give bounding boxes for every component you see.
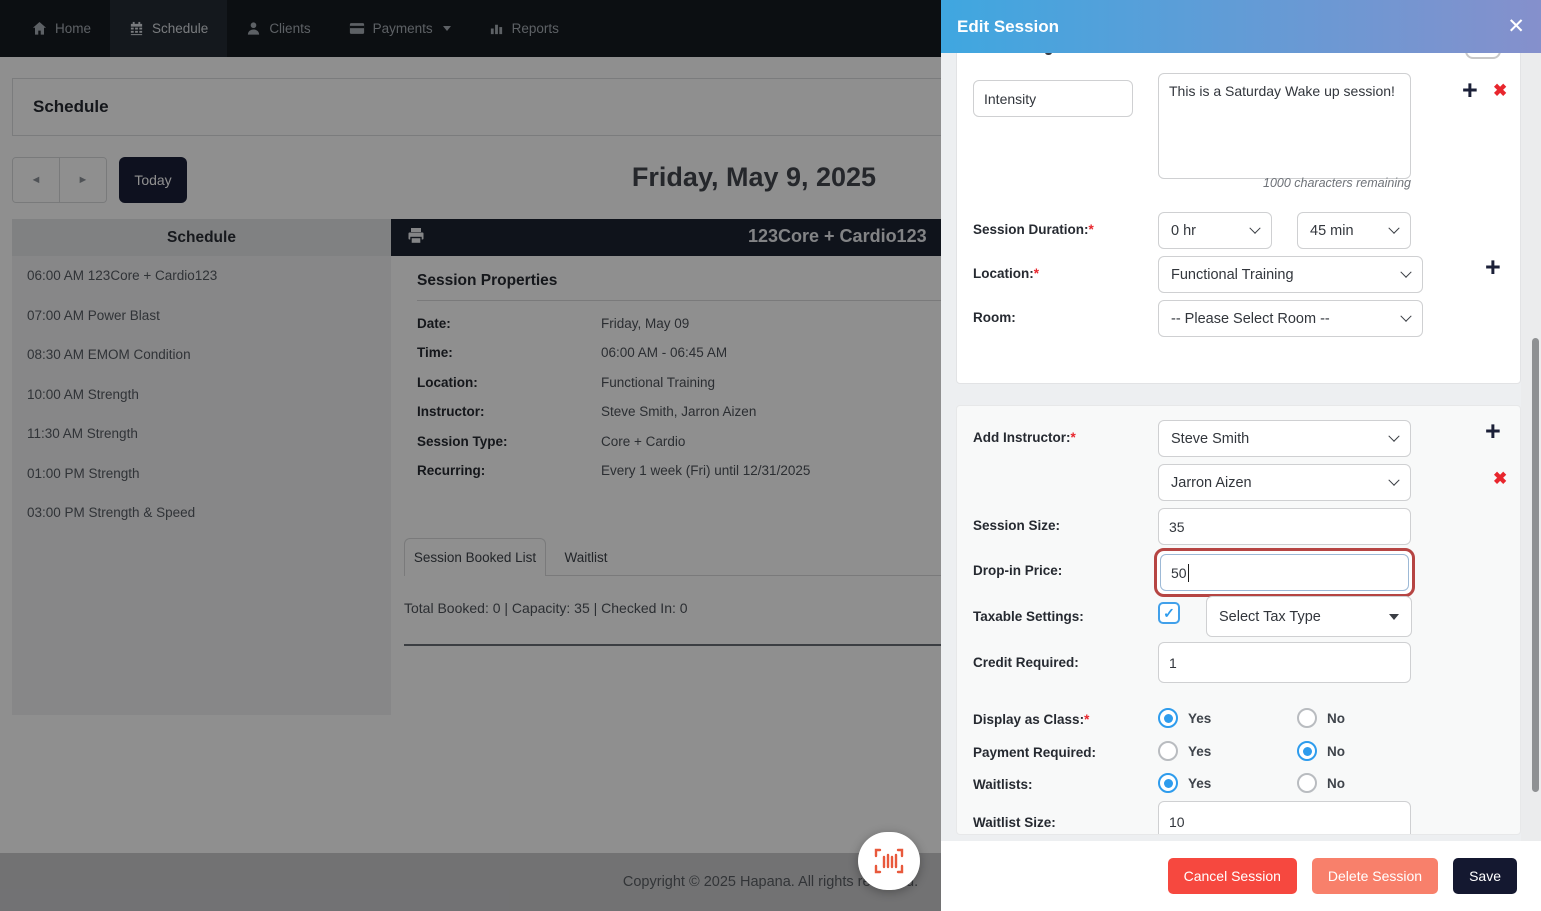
chevron-down-icon xyxy=(1400,310,1411,321)
session-size-label: Session Size: xyxy=(973,518,1060,533)
waitlists-no-radio[interactable] xyxy=(1297,773,1317,793)
session-settings-card: Add Instructor:* Steve Smith + Jarron Ai… xyxy=(956,405,1521,835)
add-instructor-label: Add Instructor:* xyxy=(973,430,1076,445)
location-label: Location:* xyxy=(973,266,1039,281)
add-detail-icon[interactable]: + xyxy=(1462,77,1478,104)
duration-minutes-select[interactable]: 45 min xyxy=(1297,212,1411,249)
chars-remaining: 1000 characters remaining xyxy=(1158,176,1411,190)
instructor-select-1[interactable]: Steve Smith xyxy=(1158,420,1411,457)
taxable-checkbox[interactable]: ✓ xyxy=(1158,602,1180,624)
chevron-down-icon xyxy=(1249,222,1260,233)
tax-type-select[interactable]: Select Tax Type xyxy=(1206,596,1412,637)
taxable-settings-label: Taxable Settings: xyxy=(973,609,1084,624)
room-label: Room: xyxy=(973,310,1016,325)
add-instructor-icon[interactable]: + xyxy=(1485,418,1501,445)
scrollbar-track[interactable] xyxy=(1521,53,1541,841)
chevron-down-icon xyxy=(1388,474,1399,485)
modal-body: This is a Saturday Wake up session! + ✖ … xyxy=(941,53,1541,841)
caret-down-icon xyxy=(1389,614,1399,620)
radio-label: Yes xyxy=(1188,776,1211,791)
modal-footer: Cancel Session Delete Session Save xyxy=(941,841,1541,911)
radio-label: No xyxy=(1327,744,1345,759)
waitlist-size-label: Waitlist Size: xyxy=(973,815,1056,830)
save-button[interactable]: Save xyxy=(1453,858,1517,894)
credit-required-label: Credit Required: xyxy=(973,655,1079,670)
edit-session-modal: Edit Session ✕ This is a Saturday Wake u… xyxy=(941,0,1541,911)
description-textarea[interactable]: This is a Saturday Wake up session! xyxy=(1158,73,1411,179)
barcode-scan-fab[interactable] xyxy=(858,832,920,890)
radio-label: No xyxy=(1327,776,1345,791)
radio-label: No xyxy=(1327,711,1345,726)
duration-hours-select[interactable]: 0 hr xyxy=(1158,212,1272,249)
required-mark: * xyxy=(1084,712,1089,727)
clipped-label-fragment xyxy=(1045,53,1052,55)
modal-title: Edit Session xyxy=(957,17,1059,37)
credit-required-input[interactable] xyxy=(1158,642,1411,683)
session-duration-label: Session Duration:* xyxy=(973,222,1094,237)
session-size-input[interactable] xyxy=(1158,508,1411,545)
dropin-price-focus-ring: 50 xyxy=(1154,548,1415,597)
add-location-icon[interactable]: + xyxy=(1485,254,1501,281)
cancel-session-button[interactable]: Cancel Session xyxy=(1168,858,1297,894)
session-details-card: This is a Saturday Wake up session! + ✖ … xyxy=(956,53,1521,384)
modal-header: Edit Session ✕ xyxy=(941,0,1541,53)
chevron-down-icon xyxy=(1388,430,1399,441)
waitlists-yes-radio[interactable] xyxy=(1158,773,1178,793)
waitlists-label: Waitlists: xyxy=(973,777,1033,792)
payment-required-no-radio[interactable] xyxy=(1297,741,1317,761)
remove-instructor-icon[interactable]: ✖ xyxy=(1493,470,1507,487)
location-select[interactable]: Functional Training xyxy=(1158,256,1423,293)
instructor-select-2[interactable]: Jarron Aizen xyxy=(1158,464,1411,501)
dropin-price-label: Drop-in Price: xyxy=(973,563,1062,578)
text-cursor xyxy=(1188,564,1190,582)
radio-label: Yes xyxy=(1188,744,1211,759)
display-as-class-yes-radio[interactable] xyxy=(1158,708,1178,728)
clipped-toggle[interactable] xyxy=(1465,53,1501,59)
required-mark: * xyxy=(1034,266,1039,281)
payment-required-label: Payment Required: xyxy=(973,745,1096,760)
dropin-price-input[interactable]: 50 xyxy=(1160,554,1409,591)
display-as-class-label: Display as Class:* xyxy=(973,712,1089,727)
room-select[interactable]: -- Please Select Room -- xyxy=(1158,300,1423,337)
barcode-scan-icon xyxy=(873,848,905,874)
radio-label: Yes xyxy=(1188,711,1211,726)
chevron-down-icon xyxy=(1388,222,1399,233)
check-icon: ✓ xyxy=(1163,605,1175,622)
required-mark: * xyxy=(1071,430,1076,445)
intensity-input[interactable] xyxy=(973,80,1133,117)
waitlist-size-input[interactable] xyxy=(1158,801,1411,835)
scrollbar-thumb[interactable] xyxy=(1532,338,1539,792)
chevron-down-icon xyxy=(1400,266,1411,277)
display-as-class-no-radio[interactable] xyxy=(1297,708,1317,728)
close-icon[interactable]: ✕ xyxy=(1507,16,1525,37)
required-mark: * xyxy=(1089,222,1094,237)
remove-detail-icon[interactable]: ✖ xyxy=(1493,82,1507,99)
payment-required-yes-radio[interactable] xyxy=(1158,741,1178,761)
delete-session-button[interactable]: Delete Session xyxy=(1312,858,1438,894)
